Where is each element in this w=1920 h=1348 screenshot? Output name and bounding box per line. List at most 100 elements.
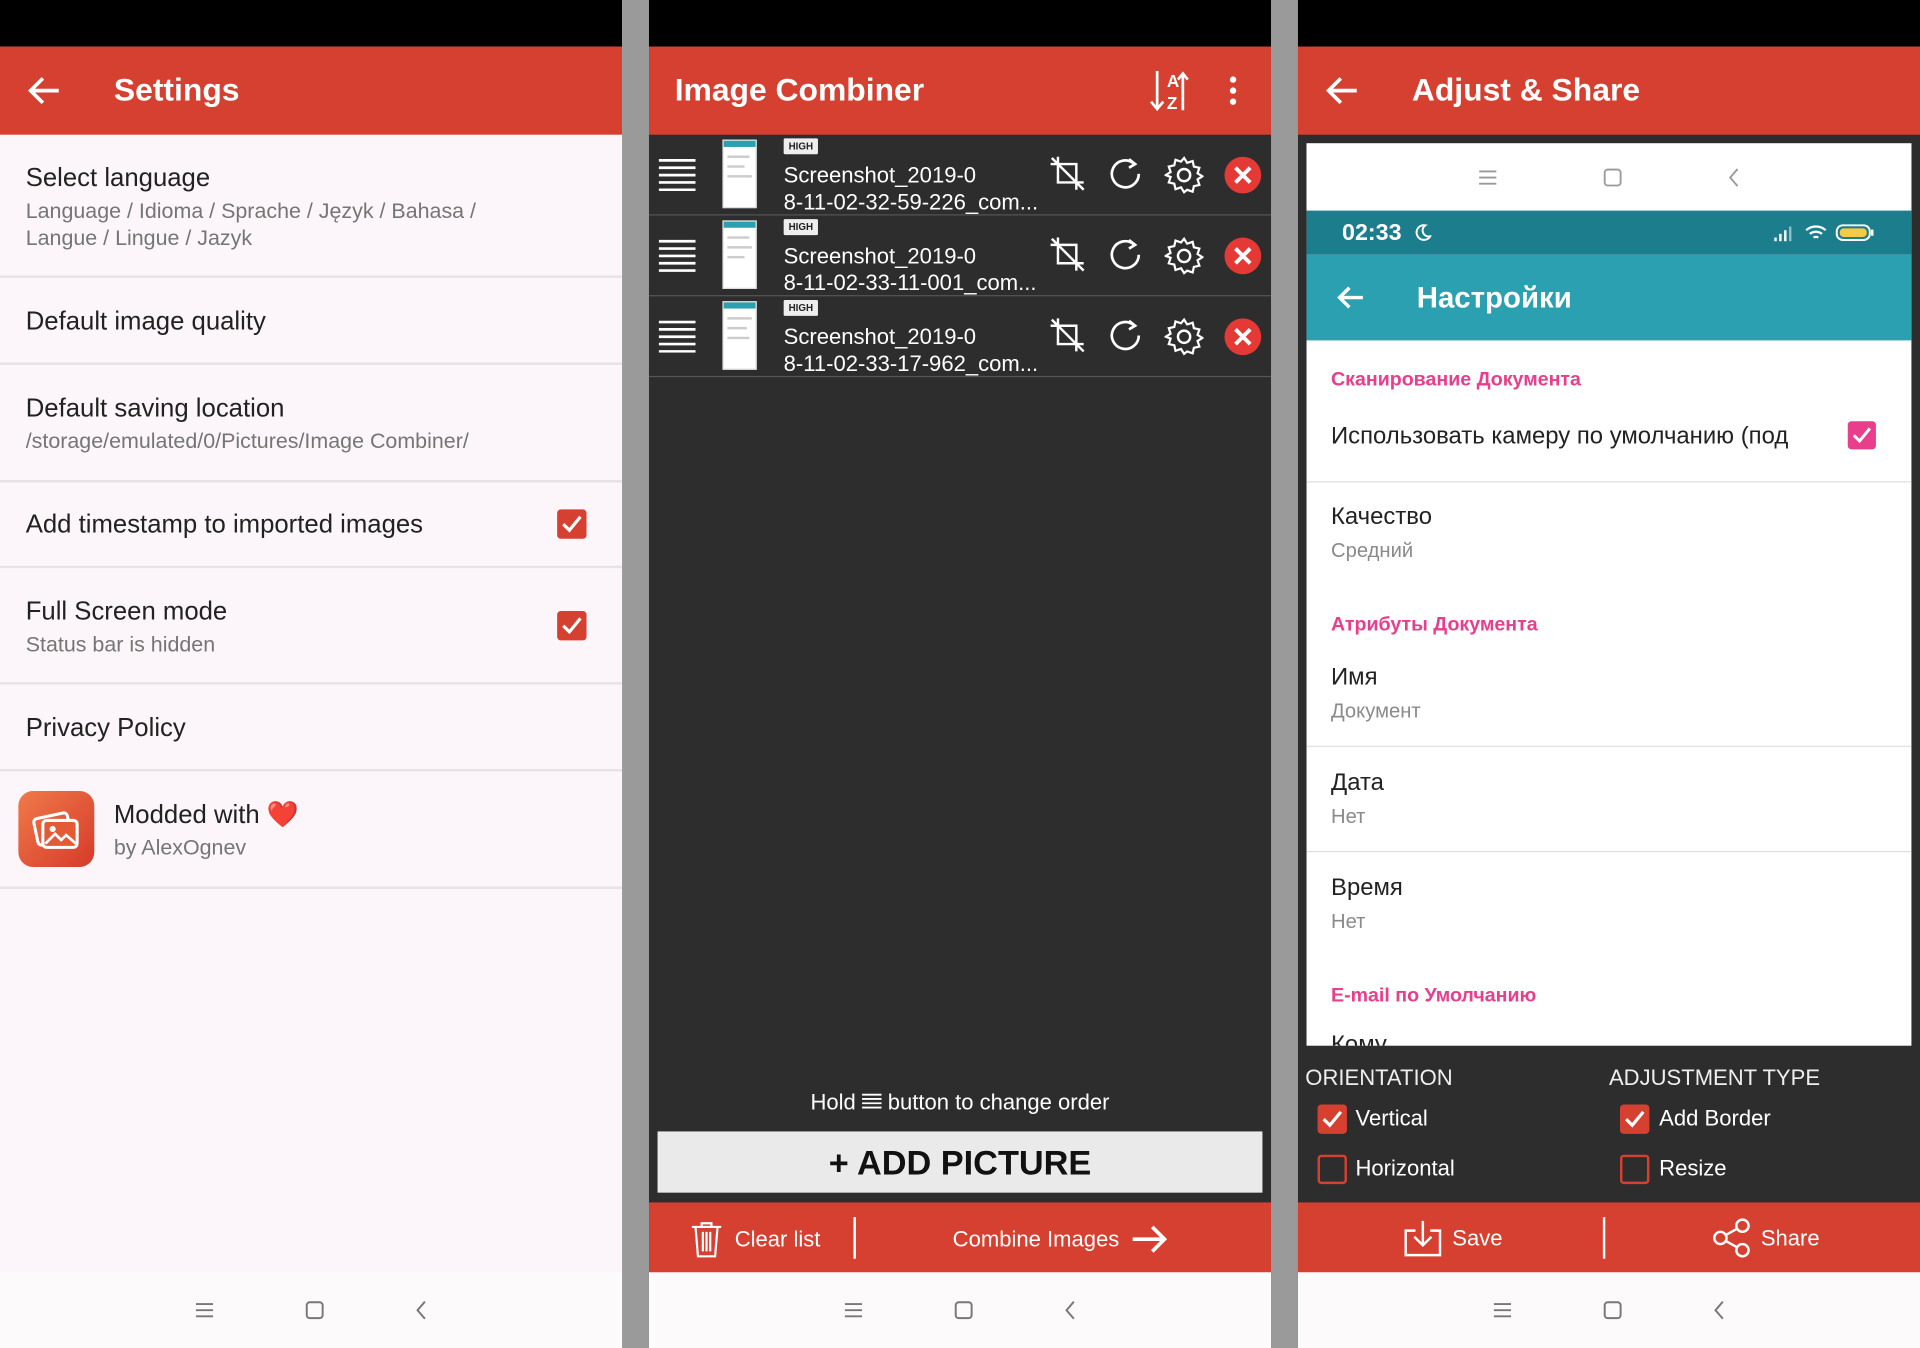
file-name: Screenshot_2019-0 8-11-02-33-11-001_com.…	[783, 243, 1037, 296]
app-logo-icon	[18, 791, 95, 867]
setting-title: Использовать камеру по умолчанию (под	[1331, 422, 1789, 450]
menu-nav-icon[interactable]	[844, 1302, 864, 1319]
option-label: Resize	[1659, 1155, 1727, 1181]
setting-subtitle: Средний	[1331, 540, 1414, 563]
image-thumbnail	[722, 220, 757, 289]
setting-subtitle: Документ	[1331, 700, 1421, 723]
setting-title: Default saving location	[25, 394, 285, 423]
preview-nav-bar	[1306, 143, 1912, 211]
setting-title: Дата	[1331, 768, 1384, 796]
clear-list-button[interactable]: Clear list	[691, 1220, 820, 1259]
setting-title: Default image quality	[25, 307, 266, 336]
horizontal-checkbox[interactable]	[1317, 1154, 1347, 1185]
setting-subtitle: Language / Idioma / Sprache / Język / Ba…	[25, 198, 477, 250]
settings-screen: Settings Select language Language / Idio…	[0, 0, 623, 1348]
setting-title: Select language	[25, 164, 211, 193]
image-row[interactable]: HIGH Screenshot_2019-0 8-11-02-32-59-226…	[648, 135, 1272, 216]
sort-az-icon[interactable]: A Z	[1149, 69, 1191, 113]
drag-handle-icon[interactable]	[658, 318, 696, 353]
preview-time: 02:33	[1342, 220, 1402, 247]
gear-icon[interactable]	[1164, 156, 1204, 195]
back-nav-icon[interactable]	[1064, 1300, 1076, 1320]
image-thumbnail	[722, 301, 757, 370]
back-arrow-icon[interactable]	[1325, 75, 1359, 107]
crop-icon[interactable]	[1049, 317, 1086, 354]
drag-handle-icon	[861, 1093, 882, 1109]
home-nav-icon[interactable]	[305, 1300, 325, 1320]
file-name: Screenshot_2019-0 8-11-02-33-17-962_com.…	[783, 324, 1039, 376]
section-header: Атрибуты Документа	[1331, 614, 1538, 636]
vertical-option[interactable]: Vertical	[1317, 1104, 1489, 1134]
remove-icon[interactable]	[1223, 317, 1262, 356]
save-label: Save	[1452, 1225, 1503, 1250]
add-border-checkbox[interactable]	[1620, 1104, 1650, 1134]
svg-text:A: A	[1167, 71, 1179, 91]
page-title: Image Combiner	[674, 71, 925, 108]
trash-icon	[691, 1222, 722, 1258]
mod-title: Modded with ❤️	[113, 800, 299, 829]
page-title: Settings	[113, 71, 240, 108]
setting-default-image-quality[interactable]: Default image quality	[0, 278, 623, 365]
crop-icon[interactable]	[1049, 236, 1086, 273]
image-row[interactable]: HIGH Screenshot_2019-0 8-11-02-33-11-001…	[648, 216, 1272, 297]
menu-nav-icon[interactable]	[1493, 1302, 1513, 1319]
screenshot-collage: Settings Select language Language / Idio…	[0, 0, 1920, 1348]
save-button[interactable]: Save	[1403, 1217, 1502, 1259]
gear-icon[interactable]	[1164, 236, 1204, 275]
setting-title: Имя	[1331, 663, 1378, 691]
menu-nav-icon[interactable]	[195, 1302, 215, 1319]
rotate-icon[interactable]	[1107, 236, 1144, 273]
home-nav-icon[interactable]	[954, 1300, 974, 1320]
home-nav-icon[interactable]	[1603, 1300, 1623, 1320]
download-icon	[1404, 1220, 1442, 1257]
setting-title: Качество	[1331, 503, 1432, 531]
setting-title: Privacy Policy	[25, 713, 186, 743]
setting-title: Кому	[1331, 1031, 1387, 1046]
image-row[interactable]: HIGH Screenshot_2019-0 8-11-02-33-17-962…	[648, 296, 1272, 378]
signal-icon	[1774, 226, 1792, 242]
more-vert-icon[interactable]	[1229, 76, 1237, 105]
system-nav-bar	[648, 1272, 1272, 1348]
status-bar	[648, 0, 1272, 47]
setting-full-screen-mode[interactable]: Full Screen mode Status bar is hidden	[0, 568, 623, 685]
divider	[853, 1217, 856, 1259]
remove-icon[interactable]	[1223, 156, 1262, 195]
timestamp-checkbox[interactable]	[557, 509, 587, 539]
remove-icon[interactable]	[1223, 236, 1262, 275]
mod-credit[interactable]: Modded with ❤️ by AlexOgnev	[0, 771, 623, 889]
setting-title: Время	[1331, 874, 1403, 902]
setting-privacy-policy[interactable]: Privacy Policy	[0, 684, 623, 772]
back-nav-icon[interactable]	[1713, 1300, 1725, 1320]
drag-handle-icon[interactable]	[658, 238, 696, 272]
preview-app-bar: Настройки	[1306, 254, 1912, 341]
vertical-checkbox[interactable]	[1317, 1104, 1347, 1134]
back-arrow-icon[interactable]	[27, 75, 61, 107]
section-header: E-mail по Умолчанию	[1331, 985, 1537, 1007]
add-border-option[interactable]: Add Border	[1620, 1104, 1804, 1134]
drag-handle-icon[interactable]	[658, 157, 696, 192]
back-nav-icon[interactable]	[415, 1300, 427, 1320]
moon-icon	[1415, 224, 1432, 241]
preview-status-bar: 02:33	[1306, 210, 1912, 255]
setting-add-timestamp[interactable]: Add timestamp to imported images	[0, 482, 623, 569]
combine-label: Combine Images	[952, 1226, 1120, 1251]
full-screen-checkbox[interactable]	[557, 611, 587, 641]
combine-images-button[interactable]: Combine Images	[953, 1220, 1169, 1259]
gear-icon[interactable]	[1164, 317, 1204, 356]
setting-select-language[interactable]: Select language Language / Idioma / Spra…	[0, 135, 623, 278]
share-label: Share	[1760, 1225, 1820, 1250]
rotate-icon[interactable]	[1107, 317, 1144, 354]
horizontal-option[interactable]: Horizontal	[1317, 1154, 1489, 1185]
resize-option[interactable]: Resize	[1620, 1154, 1804, 1185]
back-nav-icon	[1728, 167, 1739, 187]
share-button[interactable]: Share	[1712, 1217, 1820, 1259]
resize-checkbox[interactable]	[1620, 1154, 1650, 1185]
add-picture-button[interactable]: + ADD PICTURE	[657, 1131, 1263, 1193]
setting-subtitle: /storage/emulated/0/Pictures/Image Combi…	[25, 428, 469, 454]
crop-icon[interactable]	[1049, 156, 1086, 193]
setting-title: Full Screen mode	[25, 597, 228, 626]
rotate-icon[interactable]	[1107, 156, 1144, 193]
setting-default-saving-location[interactable]: Default saving location /storage/emulate…	[0, 365, 623, 483]
hint-suffix: button to change order	[887, 1089, 1110, 1115]
orientation-label: ORIENTATION	[1305, 1065, 1453, 1090]
